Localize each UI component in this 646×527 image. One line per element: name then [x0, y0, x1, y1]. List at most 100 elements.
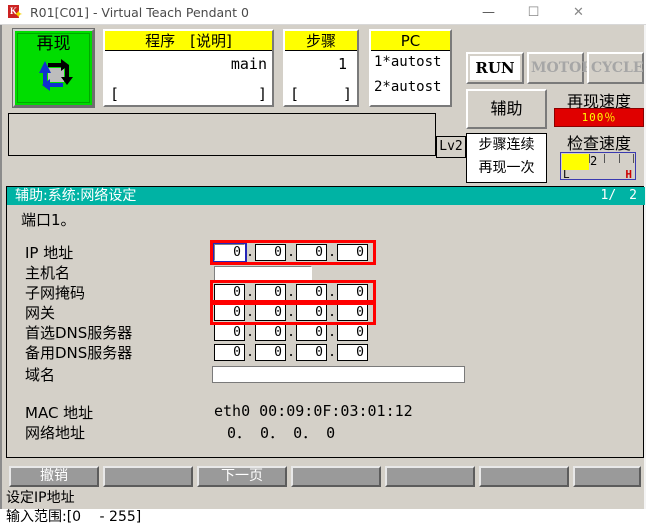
mode-playback-button[interactable]: 再现	[12, 28, 95, 108]
content-panel: 辅助:系统:网络设定 1/ 2 端口1。 IP 地址 主机名 子网掩码 网关 首…	[6, 186, 645, 458]
status-lamp-cycle-label: CYCLE	[591, 56, 644, 80]
field-label-domain-name: 域名	[25, 366, 56, 384]
gateway-octet-1[interactable]: 0	[214, 304, 245, 321]
dns1-dot-1: .	[246, 325, 254, 340]
mask-octet-1[interactable]: 0	[214, 284, 245, 301]
dns2-dot-3: .	[328, 345, 336, 360]
status-line-2: 输入范围:[0 - 255]	[6, 509, 142, 525]
program-card-value: main	[230, 55, 267, 73]
dns2-octet-2[interactable]: 0	[255, 344, 286, 361]
dns2-octet-1[interactable]: 0	[214, 344, 245, 361]
softkey-6[interactable]	[479, 466, 569, 487]
security-level-tag: Lv2	[436, 136, 466, 158]
mode-detail-box[interactable]: 步骤连续 再现一次	[466, 133, 547, 183]
status-lamp-motor-label: MOTOR	[531, 56, 593, 80]
ip-octet-1[interactable]: 0	[212, 242, 247, 263]
check-speed-label: 检查速度	[566, 134, 631, 153]
field-label-subnet-mask: 子网掩码	[25, 284, 86, 302]
gateway-dot-3: .	[328, 305, 336, 320]
gateway-dot-1: .	[246, 305, 254, 320]
check-speed-high-mark: H	[625, 168, 632, 181]
softkey-undo[interactable]: 撤销	[9, 466, 99, 487]
domain-name-input[interactable]	[212, 366, 465, 383]
app-window: K ✦ R01[C01] - Virtual Teach Pendant 0 —…	[0, 0, 646, 525]
step-card[interactable]: 步骤 1 [ ]	[283, 29, 359, 107]
program-card-bracket-right: ]	[257, 85, 267, 103]
dns1-octet-1[interactable]: 0	[214, 324, 245, 341]
dns1-octet-2[interactable]: 0	[255, 324, 286, 341]
program-card[interactable]: 程序 [说明] main [ ]	[103, 29, 274, 107]
dns1-dot-3: .	[328, 325, 336, 340]
label-network-address: 网络地址	[25, 424, 86, 442]
field-label-primary-dns: 首选DNS服务器	[25, 324, 133, 342]
cycle-loop-icon	[39, 59, 73, 91]
mask-octet-4[interactable]: 0	[337, 284, 368, 301]
step-card-bracket-left: [	[290, 85, 300, 103]
maximize-button[interactable]: ☐	[511, 0, 556, 25]
teach-pendant-surface: 再现 程序 [说明] main [ ] 步骤 1 [] PC 1*autost…	[0, 25, 646, 525]
program-card-caption: 程序 [说明]	[105, 31, 272, 51]
field-label-secondary-dns: 备用DNS服务器	[25, 344, 133, 362]
mask-dot-1: .	[246, 285, 254, 300]
aux-menu-button[interactable]: 辅助	[466, 89, 547, 129]
message-strip	[8, 113, 436, 156]
step-card-caption: 步骤	[285, 31, 357, 51]
page-indicator: 1/ 2	[600, 188, 637, 203]
pc-card[interactable]: PC 1*autost 2*autost	[369, 29, 452, 107]
dns2-dot-2: .	[287, 345, 295, 360]
pc-card-line2: 2*autost	[374, 79, 442, 95]
status-lamp-cycle: CYCLE	[587, 52, 644, 84]
softkey-5[interactable]	[385, 466, 475, 487]
ip-dot-2: .	[287, 245, 295, 260]
softkey-4[interactable]	[291, 466, 381, 487]
field-label-hostname: 主机名	[25, 264, 71, 282]
window-title: R01[C01] - Virtual Teach Pendant 0	[30, 5, 249, 20]
softkey-bar: 撤销 下一页	[6, 466, 644, 487]
status-line-1: 设定IP地址	[6, 490, 75, 506]
step-card-bracket-right: ]	[342, 85, 352, 103]
mode-detail-line1: 步骤连续	[478, 137, 535, 153]
dns1-dot-2: .	[287, 325, 295, 340]
window-titlebar: K ✦ R01[C01] - Virtual Teach Pendant 0 —…	[0, 0, 646, 25]
ip-octet-2[interactable]: 0	[255, 244, 286, 261]
port-label: 端口1。	[21, 211, 76, 229]
gateway-dot-2: .	[287, 305, 295, 320]
pc-card-caption: PC	[371, 31, 450, 51]
gateway-octet-2[interactable]: 0	[255, 304, 286, 321]
softkey-2[interactable]	[103, 466, 193, 487]
ip-dot-3: .	[328, 245, 336, 260]
ip-dot-1: .	[246, 245, 254, 260]
ip-octet-4[interactable]: 0	[337, 244, 368, 261]
program-card-bracket-left: [	[110, 85, 120, 103]
dns2-octet-4[interactable]: 0	[337, 344, 368, 361]
check-speed-gauge[interactable]: 2 L H	[560, 152, 636, 180]
minimize-button[interactable]: —	[466, 0, 511, 25]
label-mac-address: MAC 地址	[25, 404, 94, 422]
mask-dot-3: .	[328, 285, 336, 300]
value-mac-address: eth0 00:09:0F:03:01:12	[214, 402, 413, 420]
dns1-octet-3[interactable]: 0	[296, 324, 327, 341]
breadcrumb-bar: 辅助:系统:网络设定 1/ 2	[7, 187, 645, 205]
status-lamp-motor: MOTOR	[527, 52, 593, 84]
dns2-octet-3[interactable]: 0	[296, 344, 327, 361]
gateway-octet-4[interactable]: 0	[337, 304, 368, 321]
breadcrumb: 辅助:系统:网络设定	[15, 188, 137, 204]
status-lamp-run-label: RUN	[470, 56, 520, 80]
softkey-7[interactable]	[573, 466, 641, 487]
ip-octet-3[interactable]: 0	[296, 244, 327, 261]
field-label-gateway: 网关	[25, 304, 56, 322]
mode-button-label: 再现	[36, 34, 71, 54]
softkey-next-page[interactable]: 下一页	[197, 466, 287, 487]
status-lamp-run: RUN	[466, 52, 524, 84]
gateway-octet-3[interactable]: 0	[296, 304, 327, 321]
value-network-address: 0． 0． 0． 0	[227, 424, 336, 442]
check-speed-value: 2	[590, 154, 598, 168]
hostname-input[interactable]	[214, 266, 312, 282]
mask-octet-2[interactable]: 0	[255, 284, 286, 301]
check-speed-low-mark: L	[563, 168, 570, 181]
step-card-value: 1	[337, 55, 347, 73]
pc-card-line1: 1*autost	[374, 54, 442, 70]
close-button[interactable]: ✕	[556, 0, 601, 25]
dns1-octet-4[interactable]: 0	[337, 324, 368, 341]
mask-octet-3[interactable]: 0	[296, 284, 327, 301]
